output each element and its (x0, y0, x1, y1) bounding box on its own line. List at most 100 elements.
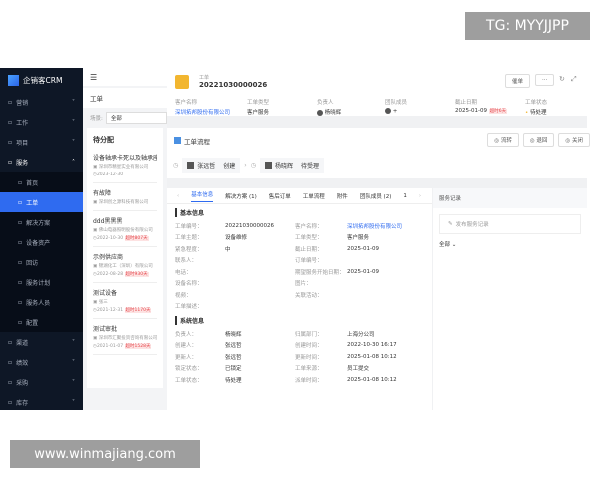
info-row: 工单描述： (175, 301, 424, 313)
field-value: 客户服务 (247, 110, 270, 116)
submenu-icon: ▫ (18, 318, 23, 326)
submenu-label: 首页 (26, 179, 39, 187)
info-label: 创建人： (175, 343, 198, 350)
tab-0[interactable]: 基本信息 (191, 190, 214, 202)
flow-panel: 工单流程 ◎ 流转 ◎ 退回 ◎ 关闭 ◷ 张远哲 创建 › ◷ 杨晓辉 待受理 (167, 128, 590, 178)
info-value: 杨晓辉 (225, 331, 242, 338)
submenu-label: 工单 (26, 199, 39, 207)
ticket-number: 20221030000026 (199, 81, 268, 89)
submenu-item-5[interactable]: ▫ 服务计划 (0, 272, 83, 292)
tab-3[interactable]: 工单流程 (303, 192, 325, 200)
refresh-icon[interactable]: ↻ (559, 75, 565, 83)
info-value: 待处理 (225, 377, 242, 384)
urge-button[interactable]: 催单 (505, 74, 531, 88)
header-field: 工单状态 • 待处理 (525, 98, 585, 116)
flow-button-2[interactable]: ◎ 关闭 (558, 133, 590, 147)
tab-2[interactable]: 售后订单 (269, 192, 291, 200)
list-item[interactable]: 测试设备 ▣ 张三 ◷2021-12-31 超时1170天 (93, 283, 157, 319)
list-title: 工单 (83, 88, 167, 108)
list-item[interactable]: 测试审批 ▣ 深圳市汇聚投资咨询有限公司 ◷2021-01-07 超时1528天 (93, 319, 157, 355)
flow-button-0[interactable]: ◎ 流转 (487, 133, 519, 147)
tab-5[interactable]: 团队成员 (2) (360, 192, 392, 200)
publish-placeholder: 发布服务记录 (455, 222, 489, 228)
ticket-type-label: 工单 (199, 75, 210, 81)
overdue-badge: 超时1170天 (124, 308, 152, 313)
field-value[interactable]: 深圳拓邦股份有限公司 (175, 110, 230, 116)
info-value: 2025-01-09 (347, 268, 379, 275)
tab-prev-icon[interactable]: ‹ (177, 193, 179, 199)
item-company: 张三 (98, 300, 108, 305)
submenu-icon: ▫ (18, 198, 23, 206)
filter-label: 全部 (439, 242, 451, 248)
company-icon: ▣ (93, 228, 98, 233)
list-item[interactable]: 有故障 ▣ 深圳创之源科技有限公司 (93, 183, 157, 211)
sidebar-item-1[interactable]: ▫ 工作 ˅ (0, 112, 83, 132)
submenu-item-1[interactable]: ▫ 工单 (0, 192, 83, 212)
flow-button-label: 流转 (500, 138, 512, 144)
submenu-label: 设备资产 (26, 239, 51, 247)
submenu-item-2[interactable]: ▫ 解决方案 (0, 212, 83, 232)
chevron-down-icon: ˅ (72, 118, 75, 126)
submenu-icon: ▫ (18, 258, 23, 266)
tab-4[interactable]: 附件 (337, 192, 348, 200)
submenu-item-0[interactable]: ▫ 首页 (0, 172, 83, 192)
menu-toggle-icon[interactable]: ☰ (83, 68, 167, 86)
flow-button-label: 退回 (536, 138, 548, 144)
scene-select[interactable]: 全部 (105, 112, 167, 124)
list-item[interactable]: 设备轴承卡死以及轴承座的▣ 深圳市精星实业有限公司◷2023-12-30 (93, 148, 157, 183)
fullscreen-icon[interactable]: ⤢ (571, 75, 577, 84)
sidebar-item-5[interactable]: ▫ 绩效 ˅ (0, 352, 83, 372)
info-label: 视频： (175, 292, 192, 299)
submenu-item-3[interactable]: ▫ 设备资产 (0, 232, 83, 252)
overdue-badge: 超时807天 (124, 236, 149, 241)
submenu-item-7[interactable]: ▫ 配置 (0, 312, 83, 332)
basic-section-title: 基本信息 (175, 208, 424, 217)
info-label: 工单状态： (175, 377, 203, 384)
records-filter[interactable]: 全部 ⌄ (433, 240, 587, 248)
submenu-item-6[interactable]: ▫ 服务人员 (0, 292, 83, 312)
sidebar-item-3[interactable]: ▫ 服务 ˄ (0, 152, 83, 172)
info-label: 设备名称： (175, 281, 203, 288)
submenu-item-4[interactable]: ▫ 回访 (0, 252, 83, 272)
info-label: 工单主题： (175, 235, 203, 242)
avatar (187, 162, 195, 169)
sidebar-item-0[interactable]: ▫ 营销 ˅ (0, 92, 83, 112)
avatar (317, 109, 323, 116)
item-company: 深圳市精星实业有限公司 (98, 165, 149, 170)
info-label: 期望服务开始日期： (295, 269, 345, 276)
publish-record-input[interactable]: ✎ 发布服务记录 (439, 214, 581, 234)
company-icon: ▣ (93, 300, 98, 305)
flow-step: 张远哲 创建 (182, 158, 241, 173)
tab-1[interactable]: 解决方案 (1) (225, 192, 257, 200)
submenu-icon: ▫ (18, 278, 23, 286)
tab-next-icon[interactable]: › (419, 193, 421, 199)
info-value: 员工提交 (347, 366, 370, 373)
submenu-icon: ▫ (18, 178, 23, 186)
sidebar-item-2[interactable]: ▫ 项目 ˅ (0, 132, 83, 152)
tab-6[interactable]: 1 (403, 193, 407, 199)
ticket-list-panel: ☰ 工单 场景: 全部 待分配 设备轴承卡死以及轴承座的 ▣ 深圳市精星实业有限公… (83, 68, 167, 410)
info-value: 客户服务 (347, 235, 370, 242)
list-item[interactable]: ddd黑黑黑 ▣ 佛山电器照明股份有限公司 ◷2022-10-30 超时807天 (93, 211, 157, 247)
sidebar-item-4[interactable]: ▫ 渠道 ˅ (0, 332, 83, 352)
submenu-label: 配置 (26, 319, 39, 327)
channel-icon: ▫ (8, 338, 13, 346)
flow-button-1[interactable]: ◎ 退回 (522, 133, 555, 147)
more-button[interactable]: ··· (535, 74, 555, 86)
info-label: 工单描述： (175, 304, 203, 311)
brand-logo[interactable]: 企销客CRM (0, 68, 83, 92)
info-row: 工单状态： 待处理 派单时间： 2025-01-08 10:12 (175, 374, 424, 386)
list-item[interactable]: 示例供应商 ▣ 锦湖化工（深圳）有限公司 ◷2022-08-28 超时930天 (93, 247, 157, 283)
info-value: 20221030000026 (225, 222, 274, 229)
sidebar-item-7[interactable]: ▫ 库存 ˅ (0, 392, 83, 412)
item-title: 设备轴承卡死以及轴承座的 (93, 155, 157, 162)
item-title: 测试设备 (93, 290, 118, 297)
field-value: 2025-01-09 (455, 108, 487, 114)
sidebar-item-label: 绩效 (16, 359, 29, 367)
item-title: ddd黑黑黑 (93, 218, 123, 225)
group-title: 待分配 (93, 136, 114, 144)
trophy-icon: ▫ (8, 358, 13, 366)
chevron-down-icon: ˅ (72, 378, 75, 386)
submenu-label: 解决方案 (26, 219, 51, 227)
sidebar-item-6[interactable]: ▫ 采购 ˅ (0, 372, 83, 392)
